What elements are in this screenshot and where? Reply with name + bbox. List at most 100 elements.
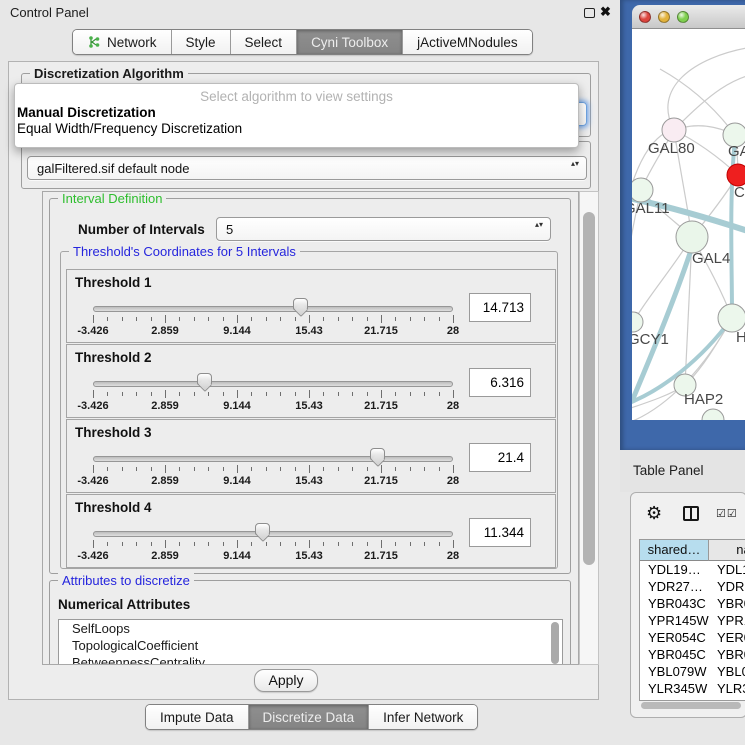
table-cell[interactable]: YDR2	[717, 578, 745, 595]
attribute-item[interactable]: BetweennessCentrality	[59, 654, 562, 665]
column-header-shared-[interactable]: shared…	[640, 540, 709, 561]
table-cell[interactable]: YBR0	[717, 595, 745, 612]
attribute-item[interactable]: SelfLoops	[59, 620, 562, 637]
stepper-icon: ▴▾	[535, 221, 543, 229]
slider-thumb[interactable]	[293, 298, 308, 310]
column-header-na[interactable]: na	[709, 540, 745, 561]
network-edge[interactable]	[674, 73, 745, 130]
threshold-value-field[interactable]: 11.344	[469, 518, 531, 547]
network-node[interactable]	[632, 178, 653, 202]
number-of-intervals-combo[interactable]: 5 ▴▾	[216, 217, 551, 241]
tick-mark	[208, 392, 209, 396]
tick-mark	[395, 392, 396, 396]
table-cell[interactable]: YLR345W	[648, 680, 709, 697]
tick-mark	[136, 467, 137, 471]
select-columns-icon[interactable]: ☑☑	[716, 507, 738, 520]
table-cell[interactable]: YPR145W	[648, 612, 709, 629]
table-cell[interactable]: YBR045C	[648, 646, 709, 663]
close-icon[interactable]: ✖	[600, 4, 611, 20]
table-cell[interactable]: YER054C	[648, 629, 709, 646]
tab-cyni-toolbox[interactable]: Cyni Toolbox	[297, 30, 403, 54]
split-columns-icon[interactable]	[683, 506, 699, 521]
minimize-traffic-light[interactable]	[658, 11, 670, 23]
numerical-attributes-list[interactable]: SelfLoopsTopologicalCoefficientBetweenne…	[58, 619, 563, 665]
apply-button[interactable]: Apply	[254, 669, 318, 692]
tab-discretize-data[interactable]: Discretize Data	[249, 705, 370, 729]
scrollbar-thumb[interactable]	[641, 702, 741, 709]
tick-mark	[280, 467, 281, 471]
table-cell[interactable]: YBR0	[717, 646, 745, 663]
scrollbar-thumb[interactable]	[583, 212, 595, 565]
table-cell[interactable]: YPR1	[717, 612, 745, 629]
table-cell[interactable]: YBL0	[717, 663, 745, 680]
threshold-value-field[interactable]: 21.4	[469, 443, 531, 472]
table-row[interactable]: YLR345W YLR3	[640, 680, 745, 697]
tick-mark	[251, 467, 252, 471]
tick-label: 28	[447, 325, 459, 337]
table-row[interactable]: YBL079W YBL0	[640, 663, 745, 680]
network-edge[interactable]	[668, 47, 745, 130]
tick-mark	[208, 317, 209, 321]
slider-track[interactable]	[93, 306, 453, 312]
table-row[interactable]: YBR043C YBR0	[640, 595, 745, 612]
slider-track[interactable]	[93, 381, 453, 387]
slider-thumb[interactable]	[255, 523, 270, 535]
popup-option-manual-discretization[interactable]: Manual Discretization	[17, 105, 156, 120]
group-title: Interval Definition	[58, 191, 166, 206]
close-traffic-light[interactable]	[639, 11, 651, 23]
tab-infer-network[interactable]: Infer Network	[369, 705, 477, 729]
tick-mark	[179, 542, 180, 546]
network-node[interactable]	[702, 409, 724, 420]
network-icon	[87, 35, 101, 49]
list-scrollbar-thumb[interactable]	[551, 622, 559, 664]
tick-mark	[223, 467, 224, 471]
tick-mark	[223, 317, 224, 321]
network-canvas[interactable]: GAL80GACGAL11GAL4GCY1HHAP2	[632, 29, 745, 420]
network-node[interactable]	[718, 304, 745, 332]
network-node[interactable]	[727, 164, 745, 186]
slider-thumb[interactable]	[197, 373, 212, 385]
slider-track[interactable]	[93, 456, 453, 462]
tick-label: -3.426	[77, 550, 108, 562]
network-node[interactable]	[676, 221, 708, 253]
table-cell[interactable]: YBL079W	[648, 663, 709, 680]
table-row[interactable]: YER054C YER0	[640, 629, 745, 646]
network-window-titlebar[interactable]	[632, 5, 745, 29]
vertical-scrollbar[interactable]	[579, 191, 599, 665]
threshold-panel: Threshold 3-3.4262.8599.14415.4321.71528…	[66, 419, 556, 493]
network-node[interactable]	[632, 312, 643, 332]
table-cell[interactable]: YBR043C	[648, 595, 709, 612]
popup-option-equal-width-frequency[interactable]: Equal Width/Frequency Discretization	[17, 121, 242, 136]
popup-placeholder: Select algorithm to view settings	[15, 89, 578, 104]
tick-label: 2.859	[151, 400, 179, 412]
tick-mark	[381, 540, 382, 548]
slider-track[interactable]	[93, 531, 453, 537]
table-cell[interactable]: YLR3	[717, 680, 745, 697]
table-panel-titlebar: Table Panel	[620, 450, 745, 492]
table-data-combo[interactable]: galFiltered.sif default node ▴▾	[27, 156, 587, 180]
tab-select[interactable]: Select	[231, 30, 298, 54]
float-window-icon[interactable]	[584, 8, 595, 18]
threshold-value-field[interactable]: 6.316	[469, 368, 531, 397]
table-row[interactable]: YDL19… YDL1	[640, 561, 745, 578]
zoom-traffic-light[interactable]	[677, 11, 689, 23]
table-cell[interactable]: YDL1	[717, 561, 745, 578]
table-cell[interactable]: YDR27…	[648, 578, 709, 595]
attribute-item[interactable]: TopologicalCoefficient	[59, 637, 562, 654]
network-node[interactable]	[662, 118, 686, 142]
threshold-value-field[interactable]: 14.713	[469, 293, 531, 322]
table-cell[interactable]: YDL19…	[648, 561, 709, 578]
slider-thumb[interactable]	[370, 448, 385, 460]
horizontal-scrollbar[interactable]	[639, 701, 744, 710]
table-row[interactable]: YPR145W YPR1	[640, 612, 745, 629]
table-row[interactable]: YBR045C YBR0	[640, 646, 745, 663]
table-row[interactable]: YDR27… YDR2	[640, 578, 745, 595]
tab-label: jActiveMNodules	[417, 35, 518, 50]
tab-network[interactable]: Network	[73, 30, 172, 54]
tab-style[interactable]: Style	[172, 30, 231, 54]
tick-mark	[151, 317, 152, 321]
settings-gear-icon[interactable]: ⚙	[646, 504, 662, 522]
tab-impute-data[interactable]: Impute Data	[146, 705, 249, 729]
tab-jactivemnodules[interactable]: jActiveMNodules	[403, 30, 532, 54]
table-cell[interactable]: YER0	[717, 629, 745, 646]
